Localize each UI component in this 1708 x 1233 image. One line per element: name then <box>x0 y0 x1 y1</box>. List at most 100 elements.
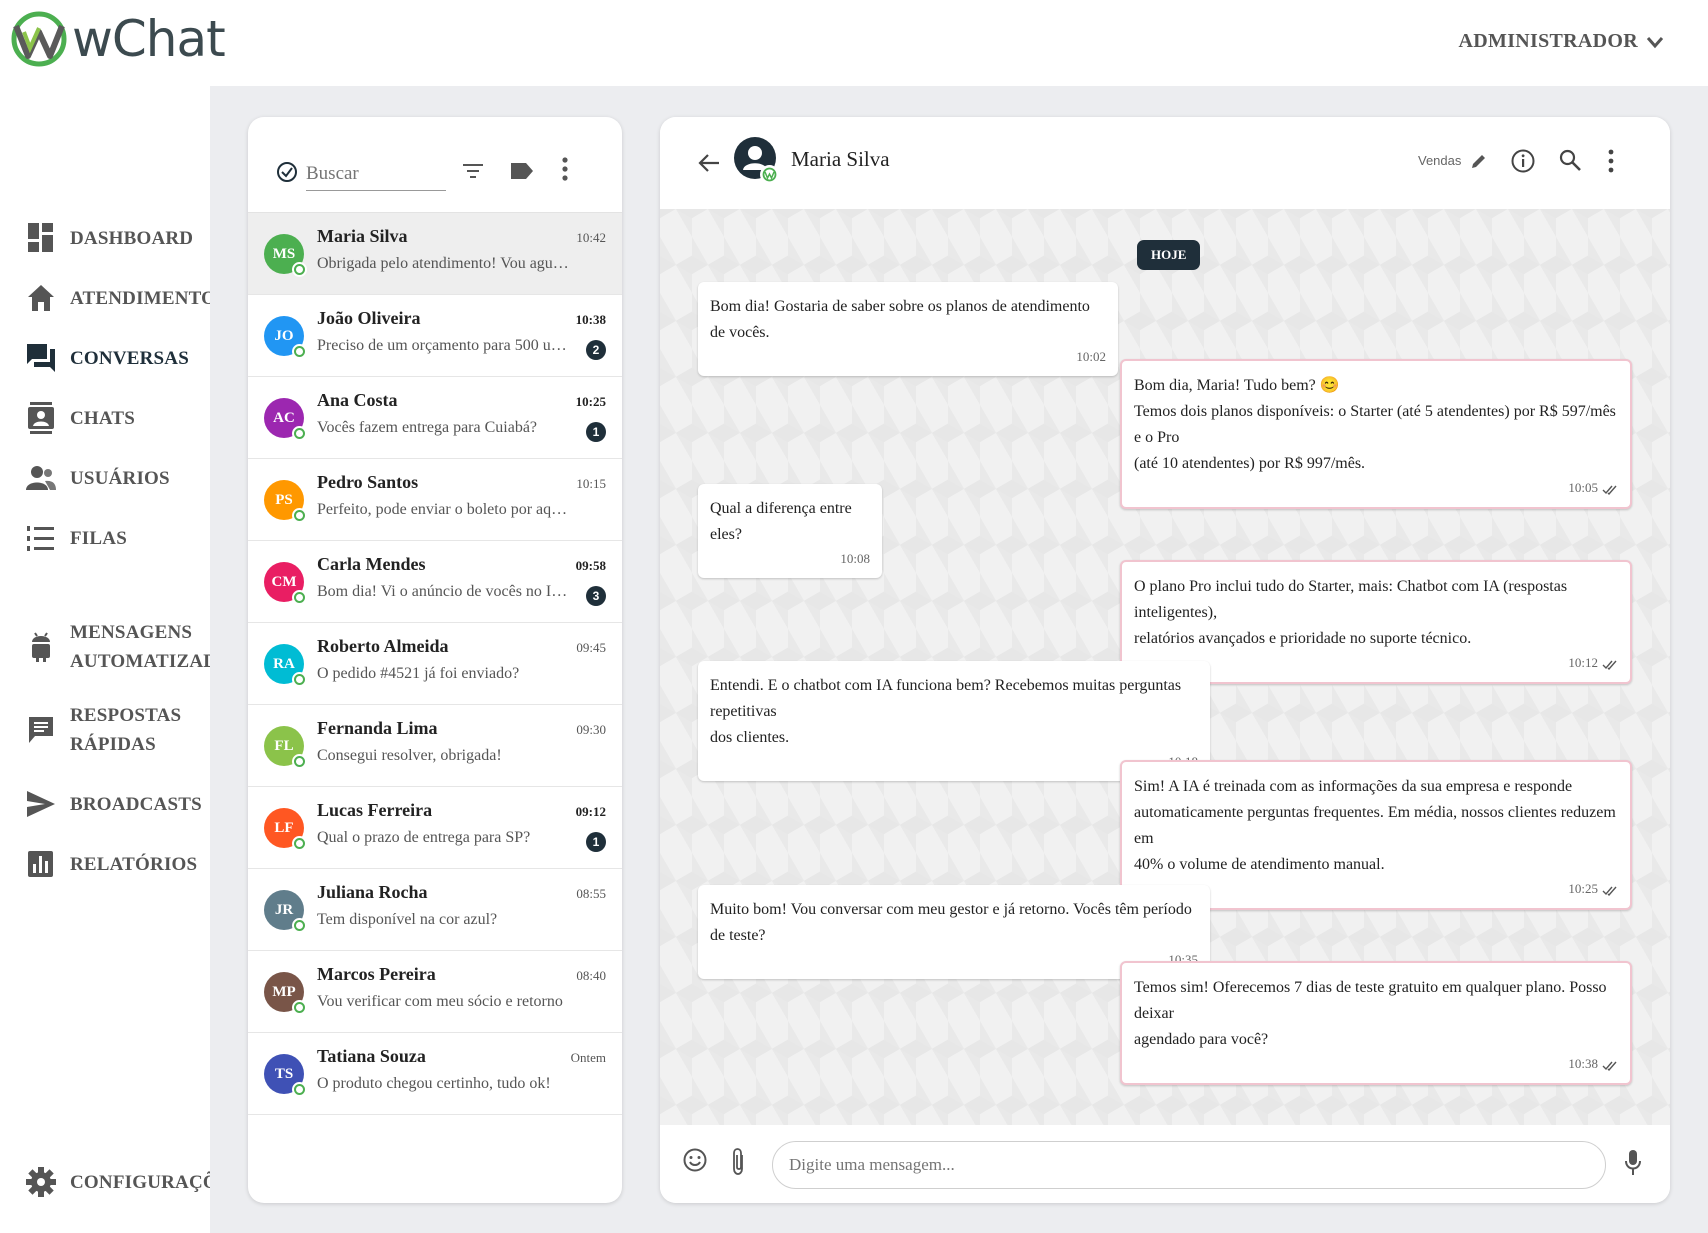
message-meta: 10:02 <box>710 348 1106 366</box>
conversation-item[interactable]: JO João Oliveira 10:38 Preciso de um orçame… <box>248 295 622 377</box>
sidebar-item-label: FILAS <box>70 527 127 549</box>
forum-icon <box>26 343 56 373</box>
logo: wChat <box>10 10 226 68</box>
whatsapp-status-icon <box>292 1082 307 1097</box>
conversation-name: Roberto Almeida <box>317 636 449 656</box>
quick-reply-icon <box>26 715 56 745</box>
conversation-time: 08:55 <box>576 886 606 901</box>
whatsapp-status-icon <box>292 1000 307 1015</box>
search-input[interactable] <box>306 157 446 191</box>
whatsapp-status-icon <box>292 508 307 523</box>
sidebar-item-filas[interactable]: FILAS <box>26 523 127 553</box>
conversation-time: 09:58 <box>575 558 606 573</box>
sidebar-item-label-group: RESPOSTAS RÁPIDAS <box>70 701 181 759</box>
message-text-line: O plano Pro inclui tudo do Starter, mais… <box>1134 578 1568 621</box>
conversation-name: Maria Silva <box>317 226 408 246</box>
emoji-icon[interactable] <box>682 1147 708 1173</box>
conversation-item[interactable]: TS Tatiana Souza Ontem O produto chegou cer… <box>248 1033 622 1115</box>
message-text-line: Temos dois planos disponíveis: o Starter… <box>1134 403 1616 446</box>
whatsapp-status-icon <box>292 672 307 687</box>
conversation-item[interactable]: RA Roberto Almeida 09:45 O pedido #4521 já … <box>248 623 622 705</box>
conversation-time: Ontem <box>570 1050 606 1065</box>
chat-header: Maria Silva Vendas <box>660 117 1670 209</box>
unread-badge: 1 <box>586 832 606 852</box>
check-circle-icon <box>277 162 297 182</box>
conversation-time: 10:38 <box>575 312 606 327</box>
sidebar-item-usuarios[interactable]: USUÁRIOS <box>26 463 170 493</box>
message-text-line: agendado para você? <box>1134 1031 1269 1048</box>
whatsapp-status-icon <box>292 344 307 359</box>
microphone-icon[interactable] <box>1624 1149 1642 1177</box>
contacts-icon <box>26 402 56 434</box>
top-bar: wChat ADMINISTRADOR <box>0 0 1708 86</box>
send-icon <box>26 789 56 819</box>
outgoing-message[interactable]: Bom dia, Maria! Tudo bem? 😊 Temos dois pl… <box>1120 359 1632 509</box>
avatar-initials: AC <box>273 409 295 426</box>
conversation-item[interactable]: JR Juliana Rocha 08:55 Tem disponível na co… <box>248 869 622 951</box>
sidebar-item-label: BROADCASTS <box>70 793 202 815</box>
message-time: 10:02 <box>1076 349 1106 364</box>
sidebar-item-relatorios[interactable]: RELATÓRIOS <box>26 849 197 879</box>
user-menu[interactable]: ADMINISTRADOR <box>1459 30 1664 53</box>
arrow-back-icon[interactable] <box>698 153 720 173</box>
edit-pencil-icon[interactable] <box>1470 152 1488 170</box>
message-text-line: Muito bom! Vou conversar com meu gestor … <box>710 901 1192 944</box>
sidebar-item-conversas[interactable]: CONVERSAS <box>26 343 189 373</box>
date-separator: HOJE <box>1137 240 1201 270</box>
info-icon[interactable] <box>1510 148 1536 174</box>
avatar-initials: JR <box>274 901 294 918</box>
sidebar-item-label: DASHBOARD <box>70 227 194 249</box>
message-time: 10:38 <box>1568 1056 1598 1071</box>
unread-badge: 2 <box>586 340 606 360</box>
conversation-item[interactable]: CM Carla Mendes 09:58 Bom dia! Vi o anúncio… <box>248 541 622 623</box>
whatsapp-status-icon <box>292 262 307 277</box>
home-icon <box>26 283 56 313</box>
message-meta: 10:08 <box>710 550 870 568</box>
message-input[interactable] <box>772 1141 1606 1189</box>
avatar: MP <box>264 972 307 1015</box>
avatar-initials: TS <box>274 1065 294 1082</box>
double-check-icon <box>1602 886 1617 896</box>
paperclip-icon[interactable] <box>728 1147 748 1177</box>
avatar-initials: CM <box>271 573 297 590</box>
conversation-item[interactable]: AC Ana Costa 10:25 Vocês fazem entrega para… <box>248 377 622 459</box>
incoming-message[interactable]: Bom dia! Gostaria de saber sobre os plan… <box>698 282 1118 376</box>
message-text-line: dos clientes. <box>710 729 790 746</box>
conversation-item[interactable]: MP Marcos Pereira 08:40 Vou verificar com m… <box>248 951 622 1033</box>
conversation-item[interactable]: FL Fernanda Lima 09:30 Consegui resolver, o… <box>248 705 622 787</box>
conversation-item[interactable]: LF Lucas Ferreira 09:12 Qual o prazo de ent… <box>248 787 622 869</box>
sidebar-item-respostas-rapidas[interactable]: RESPOSTAS RÁPIDAS <box>26 701 181 759</box>
contact-avatar[interactable] <box>734 137 779 184</box>
conversation-item[interactable]: MS Maria Silva 10:42 Obrigada pelo atendime… <box>248 213 622 295</box>
filter-icon[interactable] <box>462 161 484 181</box>
conversation-preview: O pedido #4521 já foi enviado? <box>317 665 520 682</box>
queue-list-icon <box>26 523 56 553</box>
conversation-preview: Obrigada pelo atendimento! Vou aguardar … <box>317 255 571 272</box>
incoming-message[interactable]: Qual a diferença entre eles? 10:08 <box>698 484 882 578</box>
search-icon[interactable] <box>1558 148 1582 172</box>
chevron-down-icon <box>1646 36 1664 48</box>
reports-icon <box>26 849 56 879</box>
conversation-time: 09:12 <box>575 804 606 819</box>
sidebar-item-dashboard[interactable]: DASHBOARD <box>26 223 193 253</box>
conversation-preview: Tem disponível na cor azul? <box>317 911 498 928</box>
more-vertical-icon[interactable] <box>1606 148 1616 174</box>
conversation-item[interactable]: PS Pedro Santos 10:15 Perfeito, pode enviar… <box>248 459 622 541</box>
avatar: TS <box>264 1054 307 1097</box>
label-icon[interactable] <box>510 161 534 181</box>
sidebar-item-broadcasts[interactable]: BROADCASTS <box>26 789 202 819</box>
message-area: HOJE Bom dia! Gostaria de saber sobre os… <box>660 209 1670 1125</box>
whatsapp-status-icon <box>292 590 307 605</box>
avatar: JO <box>264 316 307 359</box>
sidebar-item-atendimentos[interactable]: ATENDIMENTOS <box>26 283 227 313</box>
conversation-time: 10:15 <box>576 476 606 491</box>
conversation-time: 10:25 <box>575 394 606 409</box>
sidebar-item-chats[interactable]: CHATS <box>26 402 135 434</box>
outgoing-message[interactable]: Temos sim! Oferecemos 7 dias de teste gr… <box>1120 961 1632 1085</box>
conversation-name: Juliana Rocha <box>317 882 428 902</box>
message-text-line: Bom dia! Gostaria de saber sobre os plan… <box>710 298 1090 341</box>
avatar-initials: RA <box>273 655 295 672</box>
conversation-name: Tatiana Souza <box>317 1046 426 1066</box>
message-composer <box>660 1125 1670 1203</box>
more-vertical-icon[interactable] <box>560 155 570 183</box>
